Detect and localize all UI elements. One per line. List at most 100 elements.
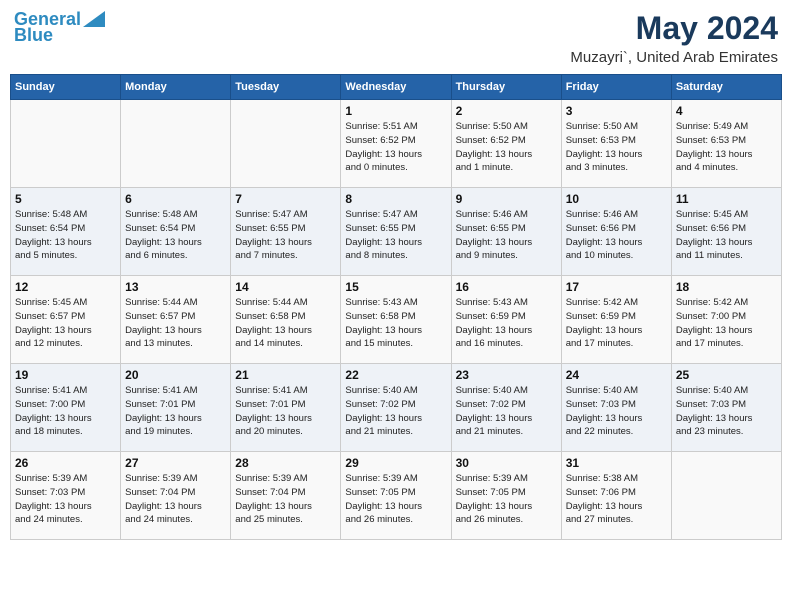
day-info: Sunrise: 5:40 AM Sunset: 7:02 PM Dayligh… [345,384,446,439]
calendar-cell: 6 Sunrise: 5:48 AM Sunset: 6:54 PM Daylig… [121,188,231,276]
calendar-cell: 23Sunrise: 5:40 AM Sunset: 7:02 PM Dayli… [451,364,561,452]
day-number: 19 [15,368,116,382]
day-info: Sunrise: 5:42 AM Sunset: 7:00 PM Dayligh… [676,296,777,351]
day-number: 13 [125,280,226,294]
day-number: 18 [676,280,777,294]
day-number: 24 [566,368,667,382]
day-info: Sunrise: 5:47 AM Sunset: 6:55 PM Dayligh… [345,208,446,263]
day-info: Sunrise: 5:50 AM Sunset: 6:53 PM Dayligh… [566,120,667,175]
day-info: Sunrise: 5:46 AM Sunset: 6:56 PM Dayligh… [566,208,667,263]
col-header-wednesday: Wednesday [341,75,451,100]
col-header-monday: Monday [121,75,231,100]
calendar-cell: 12 Sunrise: 5:45 AM Sunset: 6:57 PM Dayli… [11,276,121,364]
day-info: Sunrise: 5:41 AM Sunset: 7:01 PM Dayligh… [235,384,336,439]
calendar-cell: 14 Sunrise: 5:44 AM Sunset: 6:58 PM Dayli… [231,276,341,364]
col-header-tuesday: Tuesday [231,75,341,100]
calendar-week-row: 5Sunrise: 5:48 AM Sunset: 6:54 PM Daylig… [11,188,782,276]
calendar-header-row: SundayMondayTuesdayWednesdayThursdayFrid… [11,75,782,100]
page-header: General Blue May 2024 Muzayri`, United A… [10,10,782,66]
title-block: May 2024 Muzayri`, United Arab Emirates [570,10,778,66]
day-number: 21 [235,368,336,382]
col-header-friday: Friday [561,75,671,100]
calendar-cell: 19 Sunrise: 5:41 AM Sunset: 7:00 PM Dayli… [11,364,121,452]
calendar-week-row: 12 Sunrise: 5:45 AM Sunset: 6:57 PM Dayli… [11,276,782,364]
day-number: 28 [235,456,336,470]
day-number: 11 [676,192,777,206]
logo-icon [83,11,105,27]
calendar-cell: 29Sunrise: 5:39 AM Sunset: 7:05 PM Dayli… [341,452,451,540]
main-title: May 2024 [570,10,778,47]
calendar-cell: 17 Sunrise: 5:42 AM Sunset: 6:59 PM Dayli… [561,276,671,364]
day-info: Sunrise: 5:39 AM Sunset: 7:05 PM Dayligh… [456,472,557,527]
day-number: 2 [456,104,557,118]
day-info: Sunrise: 5:39 AM Sunset: 7:03 PM Dayligh… [15,472,116,527]
calendar-table: SundayMondayTuesdayWednesdayThursdayFrid… [10,74,782,540]
day-number: 30 [456,456,557,470]
day-number: 9 [456,192,557,206]
calendar-cell: 20 Sunrise: 5:41 AM Sunset: 7:01 PM Dayli… [121,364,231,452]
day-info: Sunrise: 5:48 AM Sunset: 6:54 PM Dayligh… [125,208,226,263]
calendar-cell: 26 Sunrise: 5:39 AM Sunset: 7:03 PM Dayli… [11,452,121,540]
logo-blue: Blue [14,26,53,46]
day-number: 7 [235,192,336,206]
day-number: 8 [345,192,446,206]
day-number: 20 [125,368,226,382]
calendar-cell: 8 Sunrise: 5:47 AM Sunset: 6:55 PM Daylig… [341,188,451,276]
day-info: Sunrise: 5:40 AM Sunset: 7:03 PM Dayligh… [676,384,777,439]
calendar-cell: 18 Sunrise: 5:42 AM Sunset: 7:00 PM Dayli… [671,276,781,364]
day-info: Sunrise: 5:45 AM Sunset: 6:57 PM Dayligh… [15,296,116,351]
day-number: 17 [566,280,667,294]
day-number: 1 [345,104,446,118]
calendar-cell: 7Sunrise: 5:47 AM Sunset: 6:55 PM Daylig… [231,188,341,276]
day-number: 14 [235,280,336,294]
day-info: Sunrise: 5:41 AM Sunset: 7:01 PM Dayligh… [125,384,226,439]
day-number: 15 [345,280,446,294]
calendar-cell: 16 Sunrise: 5:43 AM Sunset: 6:59 PM Dayli… [451,276,561,364]
day-info: Sunrise: 5:42 AM Sunset: 6:59 PM Dayligh… [566,296,667,351]
day-info: Sunrise: 5:48 AM Sunset: 6:54 PM Dayligh… [15,208,116,263]
day-info: Sunrise: 5:43 AM Sunset: 6:58 PM Dayligh… [345,296,446,351]
day-info: Sunrise: 5:45 AM Sunset: 6:56 PM Dayligh… [676,208,777,263]
calendar-cell: 30 Sunrise: 5:39 AM Sunset: 7:05 PM Dayli… [451,452,561,540]
day-number: 16 [456,280,557,294]
calendar-cell: 21 Sunrise: 5:41 AM Sunset: 7:01 PM Dayli… [231,364,341,452]
day-info: Sunrise: 5:44 AM Sunset: 6:58 PM Dayligh… [235,296,336,351]
day-number: 12 [15,280,116,294]
col-header-thursday: Thursday [451,75,561,100]
day-number: 6 [125,192,226,206]
calendar-cell: 10 Sunrise: 5:46 AM Sunset: 6:56 PM Dayli… [561,188,671,276]
calendar-cell: 28 Sunrise: 5:39 AM Sunset: 7:04 PM Dayli… [231,452,341,540]
day-info: Sunrise: 5:50 AM Sunset: 6:52 PM Dayligh… [456,120,557,175]
day-number: 22 [345,368,446,382]
calendar-cell: 4Sunrise: 5:49 AM Sunset: 6:53 PM Daylig… [671,100,781,188]
day-number: 10 [566,192,667,206]
day-info: Sunrise: 5:51 AM Sunset: 6:52 PM Dayligh… [345,120,446,175]
calendar-cell: 3 Sunrise: 5:50 AM Sunset: 6:53 PM Daylig… [561,100,671,188]
day-number: 27 [125,456,226,470]
day-info: Sunrise: 5:40 AM Sunset: 7:03 PM Dayligh… [566,384,667,439]
calendar-cell: 11 Sunrise: 5:45 AM Sunset: 6:56 PM Dayli… [671,188,781,276]
day-info: Sunrise: 5:39 AM Sunset: 7:04 PM Dayligh… [235,472,336,527]
calendar-cell: 13 Sunrise: 5:44 AM Sunset: 6:57 PM Dayli… [121,276,231,364]
day-number: 23 [456,368,557,382]
col-header-sunday: Sunday [11,75,121,100]
day-info: Sunrise: 5:43 AM Sunset: 6:59 PM Dayligh… [456,296,557,351]
day-info: Sunrise: 5:46 AM Sunset: 6:55 PM Dayligh… [456,208,557,263]
day-number: 29 [345,456,446,470]
day-info: Sunrise: 5:41 AM Sunset: 7:00 PM Dayligh… [15,384,116,439]
calendar-cell [231,100,341,188]
subtitle: Muzayri`, United Arab Emirates [570,49,778,66]
calendar-cell: 31Sunrise: 5:38 AM Sunset: 7:06 PM Dayli… [561,452,671,540]
calendar-cell: 15 Sunrise: 5:43 AM Sunset: 6:58 PM Dayli… [341,276,451,364]
calendar-cell: 24 Sunrise: 5:40 AM Sunset: 7:03 PM Dayli… [561,364,671,452]
day-number: 4 [676,104,777,118]
calendar-cell: 1 Sunrise: 5:51 AM Sunset: 6:52 PM Daylig… [341,100,451,188]
day-info: Sunrise: 5:44 AM Sunset: 6:57 PM Dayligh… [125,296,226,351]
day-number: 25 [676,368,777,382]
calendar-cell [121,100,231,188]
day-number: 3 [566,104,667,118]
calendar-cell: 27Sunrise: 5:39 AM Sunset: 7:04 PM Dayli… [121,452,231,540]
day-number: 26 [15,456,116,470]
calendar-cell [11,100,121,188]
calendar-cell: 22 Sunrise: 5:40 AM Sunset: 7:02 PM Dayli… [341,364,451,452]
